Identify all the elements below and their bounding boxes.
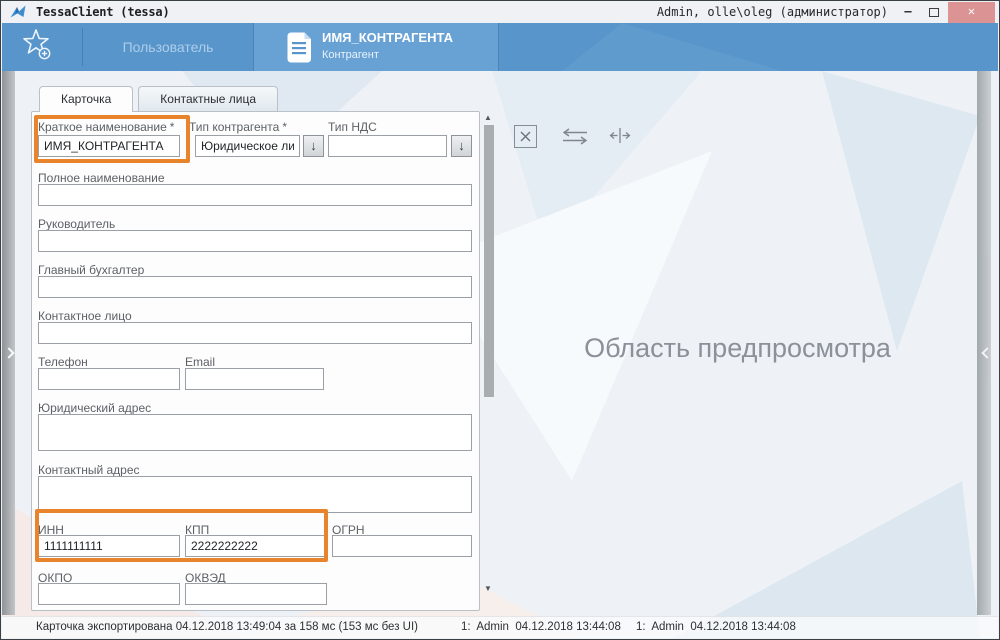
left-panel-expander[interactable]: [2, 71, 15, 615]
scroll-down-icon: ▼: [484, 584, 492, 593]
contact-person-input[interactable]: [38, 322, 472, 344]
preview-placeholder: Область предпросмотра: [573, 331, 903, 366]
scroll-down-button[interactable]: ▼: [481, 584, 495, 593]
contact-address-label: Контактный адрес: [38, 463, 140, 477]
document-icon: [287, 32, 312, 68]
window-title: TessaClient (tessa): [36, 5, 169, 19]
legal-address-textarea[interactable]: [38, 414, 472, 451]
kpp-input[interactable]: [185, 535, 327, 557]
swap-arrows-icon: [560, 128, 590, 145]
status-bar: Карточка экспортирована 04.12.2018 13:49…: [2, 616, 998, 638]
main-toolbar: Пользователь ИМЯ_КОНТРАГЕНТА Контрагент: [2, 23, 998, 71]
full-name-label: Полное наименование: [38, 171, 165, 185]
right-panel-expander[interactable]: [977, 71, 991, 615]
partner-type-label: Тип контрагента*: [189, 120, 287, 134]
active-card-title: ИМЯ_КОНТРАГЕНТА: [322, 30, 453, 45]
toolbar-tab-user-label: Пользователь: [123, 39, 214, 55]
contractor-form-card: Краткое наименование* Тип контрагента* ↓…: [31, 111, 480, 611]
status-modified-info: 1: Admin 04.12.2018 13:44:08: [636, 621, 796, 633]
short-name-label: Краткое наименование*: [38, 120, 174, 134]
tab-card-label: Карточка: [61, 92, 111, 106]
contact-person-label: Контактное лицо: [38, 309, 132, 323]
close-button[interactable]: ✕: [948, 2, 995, 23]
partner-type-dropdown-button[interactable]: ↓: [303, 135, 324, 157]
tab-contact-persons[interactable]: Контактные лица: [138, 86, 278, 111]
toolbar-tab-user[interactable]: Пользователь: [84, 23, 252, 71]
app-window: TessaClient (tessa) Admin, olle\oleg (ад…: [0, 0, 1000, 640]
short-name-input[interactable]: [38, 135, 180, 157]
card-tab-bar: Карточка Контактные лица: [39, 86, 278, 112]
chief-accountant-label: Главный бухгалтер: [38, 263, 144, 277]
scroll-up-button[interactable]: ▲: [481, 113, 495, 122]
inn-input[interactable]: [38, 535, 180, 557]
toolbar-tab-contractor[interactable]: ИМЯ_КОНТРАГЕНТА Контрагент: [253, 23, 499, 71]
maximize-button[interactable]: [921, 2, 947, 23]
partner-type-input[interactable]: [195, 135, 300, 157]
phone-input[interactable]: [38, 368, 180, 390]
head-label: Руководитель: [38, 217, 115, 231]
close-icon: ✕: [968, 4, 975, 18]
swap-panels-button[interactable]: [560, 128, 584, 152]
active-card-subtitle: Контрагент: [322, 49, 379, 61]
tessa-bird-icon: [10, 5, 27, 23]
maximize-icon: [929, 8, 939, 17]
favorites-button[interactable]: [18, 27, 70, 67]
vat-type-dropdown-button[interactable]: ↓: [451, 135, 472, 157]
phone-label: Телефон: [38, 355, 88, 369]
contact-address-textarea[interactable]: [38, 476, 472, 513]
scroll-up-icon: ▲: [484, 113, 492, 122]
email-input[interactable]: [185, 368, 324, 390]
arrow-down-icon: ↓: [458, 138, 465, 153]
chevron-left-icon: [980, 349, 988, 357]
tab-contact-persons-label: Контактные лица: [160, 92, 256, 106]
logged-user-info: Admin, olle\oleg (администратор): [657, 5, 888, 19]
okpo-input[interactable]: [38, 583, 180, 605]
minimize-button[interactable]: –: [895, 2, 921, 23]
preview-pane: Область предпросмотра: [496, 111, 979, 611]
email-label: Email: [185, 355, 215, 369]
minimize-icon: –: [904, 4, 911, 18]
scrollbar-thumb[interactable]: [484, 125, 494, 397]
vat-type-input[interactable]: [328, 135, 447, 157]
split-arrows-icon: [608, 126, 632, 145]
okved-input[interactable]: [185, 583, 327, 605]
close-preview-button[interactable]: [514, 125, 538, 149]
chevron-right-icon: [4, 349, 12, 357]
status-message: Карточка экспортирована 04.12.2018 13:49…: [36, 621, 418, 633]
chief-accountant-input[interactable]: [38, 276, 472, 298]
boxed-x-icon: [514, 125, 538, 149]
ogrn-input[interactable]: [332, 535, 472, 557]
toolbar-divider: [82, 28, 83, 66]
arrow-down-icon: ↓: [310, 138, 317, 153]
legal-address-label: Юридический адрес: [38, 401, 151, 415]
status-created-info: 1: Admin 04.12.2018 13:44:08: [461, 621, 621, 633]
tab-card[interactable]: Карточка: [39, 86, 133, 112]
star-add-icon: [18, 27, 62, 65]
vat-type-label: Тип НДС: [328, 120, 377, 134]
full-name-input[interactable]: [38, 184, 472, 206]
split-view-button[interactable]: [608, 126, 632, 150]
head-input[interactable]: [38, 230, 472, 252]
title-bar: TessaClient (tessa) Admin, olle\oleg (ад…: [2, 2, 998, 23]
